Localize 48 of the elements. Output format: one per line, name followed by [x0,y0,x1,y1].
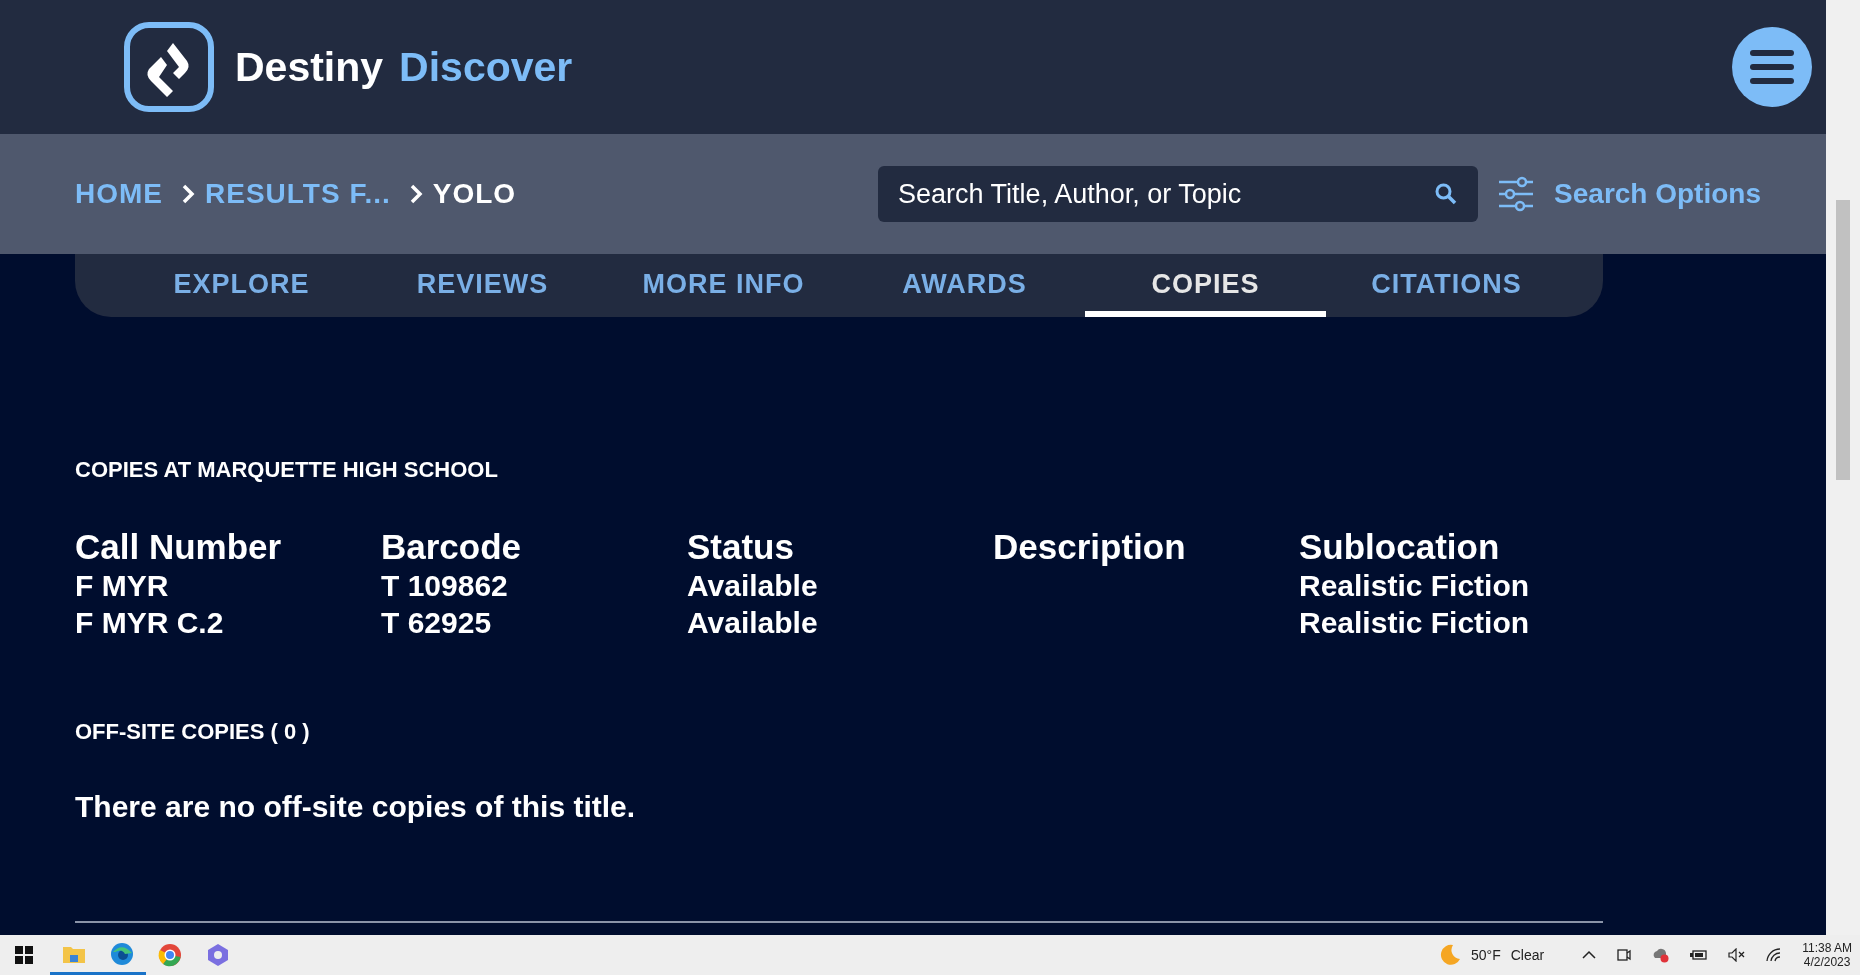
search-options-link[interactable]: Search Options [1554,178,1761,210]
scrollbar-thumb[interactable] [1836,200,1850,480]
battery-icon[interactable] [1690,949,1709,961]
tab[interactable]: EXPLORE [121,254,362,317]
cloud-error-icon[interactable] [1652,947,1671,963]
clock-date: 4/2/2023 [1803,955,1851,969]
table-cell-text: Available [687,605,819,641]
tab[interactable]: AWARDS [844,254,1085,317]
breadcrumb-link[interactable]: HOME [75,178,163,210]
tab[interactable]: CITATIONS [1326,254,1567,317]
chevron-up-icon[interactable] [1582,950,1597,960]
weather-temperature: 50°F [1471,947,1501,963]
clock-time: 11:38 AM [1802,941,1852,955]
table-cell-text: Realistic Fiction [1299,605,1531,641]
sliders-icon[interactable] [1498,176,1535,212]
breadcrumb-link[interactable]: RESULTS F... [205,178,391,210]
column-header: Sublocation [1299,527,1501,567]
chevron-icon [181,183,195,205]
product-name: Discover [399,43,573,91]
brand-name: Destiny [235,43,384,91]
section-title: COPIES AT MARQUETTE HIGH SCHOOL [75,457,499,483]
moon-icon [1439,944,1461,966]
breadcrumb-link[interactable]: YOLO [432,178,517,210]
table-cell-text: Realistic Fiction [1299,568,1531,604]
column-header: Status [687,527,795,567]
speaker-muted-icon[interactable] [1728,948,1747,962]
chevron-icon [408,183,423,205]
tab[interactable]: REVIEWS [362,254,603,317]
empty-message: There are no off-site copies of this title. [75,790,637,824]
table-cell-text: T 109862 [381,568,509,604]
table-cell-text: T 62925 [381,605,493,641]
weather-condition: Clear [1510,947,1545,963]
section-title: OFF-SITE COPIES ( 0 ) [75,719,311,745]
table-cell-text: F MYR C.2 [75,605,225,641]
column-header: Description [993,527,1187,567]
table-cell-text: F MYR [75,568,170,604]
column-header: Barcode [381,527,523,567]
search-field[interactable]: Search Title, Author, or Topic [878,166,1479,222]
tab[interactable]: COPIES [1085,254,1326,317]
wifi-icon[interactable] [1766,948,1783,962]
search-icon[interactable] [1434,182,1459,206]
column-header: Call Number [75,527,283,567]
scrollbar[interactable] [1826,0,1860,935]
table-cell-text: Available [687,568,819,604]
logo-icon [123,21,215,113]
tab[interactable]: MORE INFO [603,254,844,317]
camera-icon[interactable] [1616,947,1633,963]
menu-icon[interactable] [1749,48,1795,86]
